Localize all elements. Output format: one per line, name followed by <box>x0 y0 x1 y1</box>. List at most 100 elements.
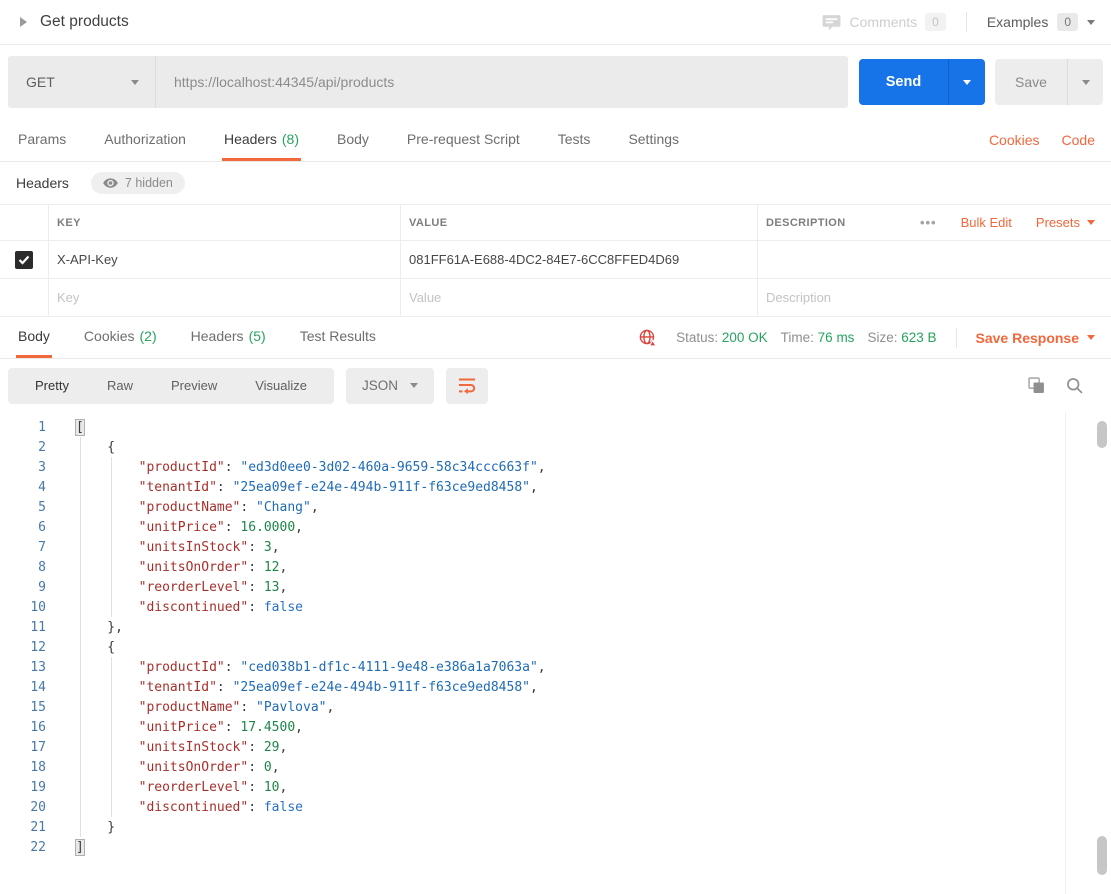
tab-params[interactable]: Params <box>16 119 68 161</box>
tab-settings[interactable]: Settings <box>626 119 681 161</box>
code-line: 15 "productName": "Pavlova", <box>0 698 1111 718</box>
size-value: 623 B <box>901 330 937 345</box>
check-icon <box>18 255 30 265</box>
divider <box>955 327 957 348</box>
method-value: GET <box>26 74 55 90</box>
save-button[interactable]: Save <box>995 59 1067 105</box>
code-link[interactable]: Code <box>1062 132 1095 148</box>
indent-guide <box>80 437 81 837</box>
collapse-caret-icon[interactable] <box>20 17 27 27</box>
code-line: 12 { <box>0 638 1111 658</box>
scrollbar-thumb[interactable] <box>1097 836 1107 875</box>
line-number: 18 <box>30 760 46 775</box>
search-button[interactable] <box>1066 377 1083 394</box>
copy-icon <box>1028 377 1044 393</box>
divider <box>965 12 967 32</box>
copy-button[interactable] <box>1028 377 1045 394</box>
mode-raw[interactable]: Raw <box>88 378 152 393</box>
tab-pre-request-script[interactable]: Pre-request Script <box>405 119 522 161</box>
header-row-placeholder: Key Value Description <box>0 279 1111 317</box>
hidden-headers-label: 7 hidden <box>124 176 173 190</box>
cookies-link[interactable]: Cookies <box>989 132 1040 148</box>
presets-dropdown[interactable]: Presets <box>1036 215 1095 230</box>
send-split-button: Send <box>859 59 985 105</box>
send-options-button[interactable] <box>948 59 985 105</box>
code-line: 18 "unitsOnOrder": 0, <box>0 758 1111 778</box>
tab-authorization[interactable]: Authorization <box>102 119 188 161</box>
mode-preview[interactable]: Preview <box>152 378 236 393</box>
line-number: 3 <box>38 460 46 475</box>
status-value: 200 OK <box>721 330 768 345</box>
examples-label: Examples <box>986 14 1049 30</box>
hidden-headers-toggle[interactable]: 7 hidden <box>90 172 185 194</box>
tab-headers[interactable]: Headers (8) <box>221 119 301 161</box>
key-placeholder[interactable]: Key <box>57 290 79 305</box>
column-value: VALUE <box>409 216 448 229</box>
url-input[interactable] <box>156 56 848 108</box>
headers-count: (8) <box>281 130 299 147</box>
response-body-editor[interactable]: 1[2 {3 "productId": "ed3d0ee0-3d02-460a-… <box>0 412 1111 894</box>
code-line: 4 "tenantId": "25ea09ef-e24e-494b-911f-f… <box>0 478 1111 498</box>
code-line: 16 "unitPrice": 17.4500, <box>0 718 1111 738</box>
headers-table-head: KEY VALUE DESCRIPTION ••• Bulk Edit Pres… <box>0 205 1111 241</box>
bulk-edit-link[interactable]: Bulk Edit <box>961 215 1012 230</box>
header-value-cell[interactable]: 081FF61A-E688-4DC2-84E7-6CC8FFED4D69 <box>409 252 679 267</box>
mode-pretty[interactable]: Pretty <box>16 378 88 393</box>
title-bar-actions: Comments 0 Examples 0 <box>822 12 1095 32</box>
comments-label: Comments <box>849 14 918 30</box>
send-button[interactable]: Send <box>859 59 948 105</box>
header-row-checkbox[interactable] <box>15 250 33 269</box>
examples-dropdown[interactable]: Examples 0 <box>987 13 1095 31</box>
line-number: 5 <box>38 500 46 515</box>
request-tabs: Params Authorization Headers (8) Body Pr… <box>0 119 1111 162</box>
chevron-down-icon <box>963 79 971 85</box>
code-line: 7 "unitsInStock": 3, <box>0 538 1111 558</box>
line-number: 6 <box>38 520 46 535</box>
chevron-down-icon <box>1087 335 1095 340</box>
line-number: 20 <box>30 800 46 815</box>
save-response-dropdown[interactable]: Save Response <box>976 330 1095 346</box>
code-line: 1[ <box>0 418 1111 438</box>
header-key-cell[interactable]: X-API-Key <box>57 252 118 267</box>
column-description: DESCRIPTION <box>766 216 846 229</box>
size-stat: Size: 623 B <box>867 330 937 345</box>
code-line: 8 "unitsOnOrder": 12, <box>0 558 1111 578</box>
response-tab-cookies[interactable]: Cookies (2) <box>82 317 159 358</box>
response-tab-test-results[interactable]: Test Results <box>298 317 378 358</box>
code-line: 20 "discontinued": false <box>0 798 1111 818</box>
line-number: 22 <box>30 840 46 855</box>
format-select[interactable]: JSON <box>346 367 435 404</box>
chevron-down-icon <box>1087 19 1095 25</box>
headers-section-title: Headers <box>16 175 69 191</box>
response-viewer-toolbar: Pretty Raw Preview Visualize JSON <box>0 359 1111 412</box>
tab-tests[interactable]: Tests <box>556 119 593 161</box>
description-placeholder[interactable]: Description <box>766 290 831 305</box>
scrollbar-thumb[interactable] <box>1097 421 1107 448</box>
request-title: Get products <box>40 13 129 30</box>
line-number: 9 <box>38 580 46 595</box>
wrap-lines-button[interactable] <box>446 367 489 404</box>
comments-button[interactable]: Comments 0 <box>822 13 946 31</box>
save-options-button[interactable] <box>1067 59 1103 105</box>
code-line: 21 } <box>0 818 1111 838</box>
chevron-down-icon <box>1087 220 1095 225</box>
time-stat: Time: 76 ms <box>780 330 855 345</box>
editor-edge <box>1065 412 1066 894</box>
mode-visualize[interactable]: Visualize <box>236 378 326 393</box>
request-title-bar: Get products Comments 0 Examples 0 <box>0 0 1111 45</box>
request-url-bar: GET Send Save <box>0 45 1111 119</box>
network-error-icon[interactable] <box>639 329 657 347</box>
more-options-button[interactable]: ••• <box>920 215 937 230</box>
save-split-button: Save <box>995 59 1103 105</box>
response-tab-headers[interactable]: Headers (5) <box>189 317 268 358</box>
tab-body[interactable]: Body <box>335 119 371 161</box>
wrap-lines-icon <box>458 378 475 394</box>
value-placeholder[interactable]: Value <box>409 290 441 305</box>
code-line: 14 "tenantId": "25ea09ef-e24e-494b-911f-… <box>0 678 1111 698</box>
column-key: KEY <box>57 216 81 229</box>
response-tab-body[interactable]: Body <box>16 317 52 358</box>
method-select[interactable]: GET <box>8 56 156 108</box>
line-number: 7 <box>38 540 46 555</box>
code-line: 2 { <box>0 438 1111 458</box>
comments-count-badge: 0 <box>925 13 946 31</box>
